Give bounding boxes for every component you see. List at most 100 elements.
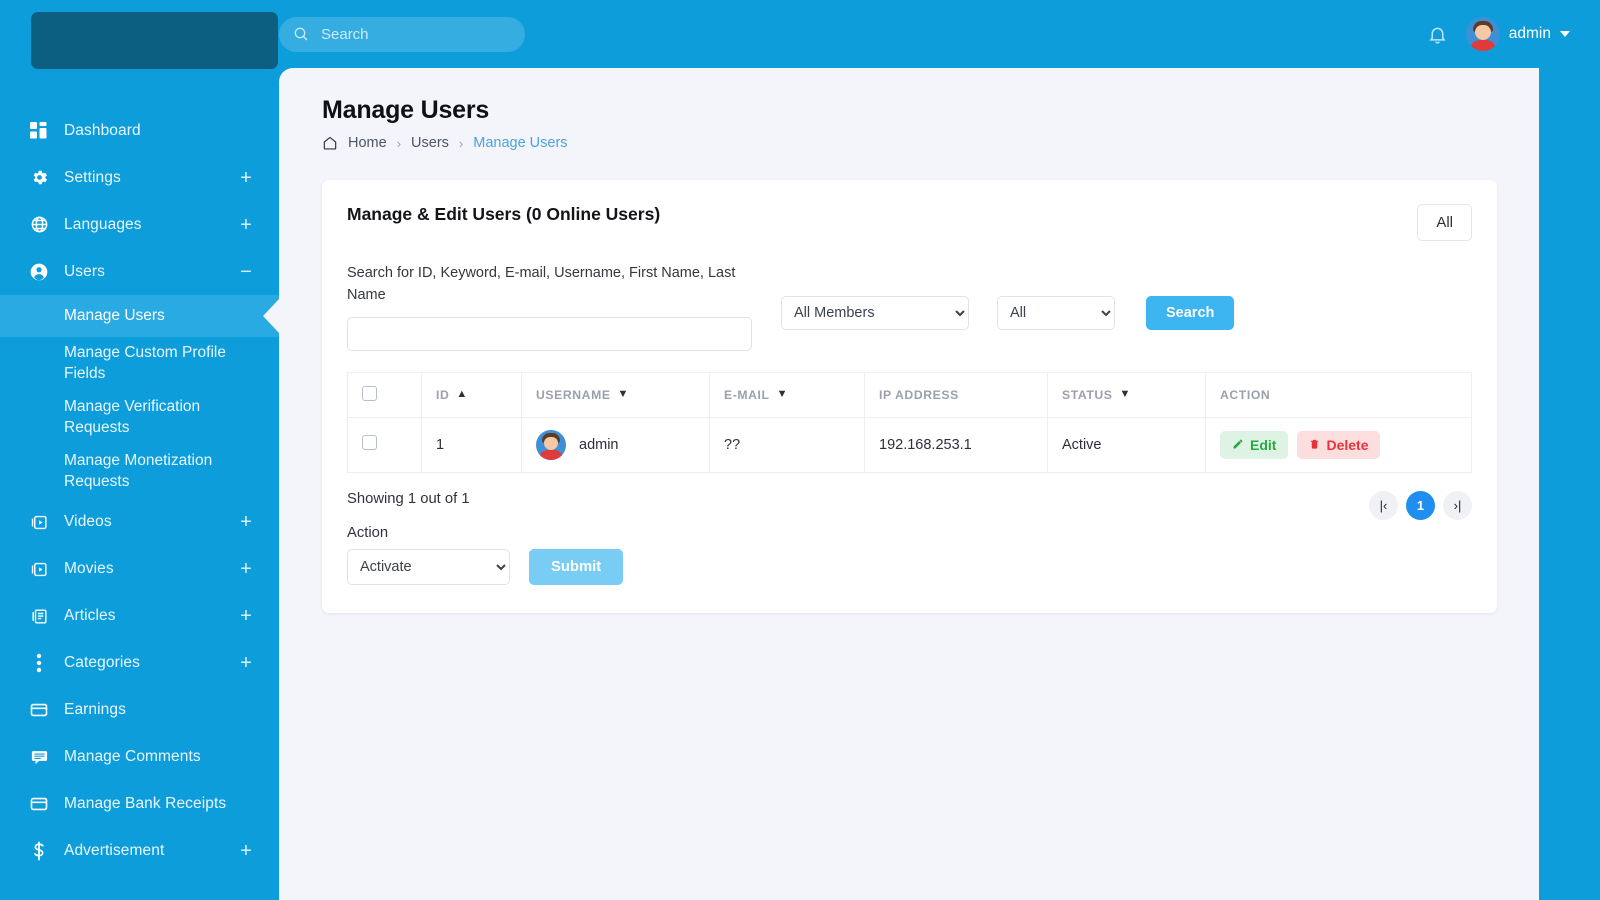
articles-icon (26, 604, 52, 628)
table-footer: Showing 1 out of 1 Action Activate Submi… (347, 490, 1472, 585)
sort-desc-icon[interactable]: ▼ (618, 389, 630, 400)
sidebar-subitem-label: Manage Custom Profile Fields (64, 344, 226, 382)
submit-button[interactable]: Submit (529, 548, 624, 585)
topbar-right: admin (1427, 17, 1600, 51)
th-id[interactable]: ID ▲ (421, 371, 522, 418)
gear-icon (26, 166, 52, 190)
active-pointer (263, 299, 279, 333)
sidebar-item-manage-bank-receipts[interactable]: Manage Bank Receipts (0, 781, 279, 828)
bulk-action-select[interactable]: Activate (347, 548, 510, 585)
page-title: Manage Users (322, 96, 490, 124)
th-status[interactable]: STATUS ▼ (1047, 371, 1206, 418)
sidebar-subitem-label: Manage Verification Requests (64, 397, 201, 436)
sidebar-item-users[interactable]: Users − (0, 248, 279, 295)
sidebar-item-dashboard[interactable]: Dashboard (0, 107, 279, 154)
sidebar: Dashboard Settings + Languages + Users −… (0, 0, 279, 900)
sidebar-item-manage-custom-profile-fields[interactable]: Manage Custom Profile Fields (0, 337, 279, 391)
th-username[interactable]: USERNAME ▼ (521, 371, 710, 418)
sidebar-item-advertisement[interactable]: Advertisement + (0, 828, 279, 875)
showing-count: Showing 1 out of 1 (347, 490, 470, 507)
th-id-label: ID (436, 387, 450, 402)
th-username-label: USERNAME (536, 387, 611, 402)
keyword-field-group: Search for ID, Keyword, E-mail, Username… (347, 263, 752, 351)
sidebar-item-label: Manage Bank Receipts (64, 795, 227, 813)
sidebar-item-settings[interactable]: Settings + (0, 154, 279, 201)
members-filter-select[interactable]: All Members (781, 296, 969, 330)
row-select-checkbox[interactable] (362, 435, 377, 450)
globe-icon (26, 213, 52, 237)
global-search[interactable] (279, 16, 525, 52)
card-icon (26, 698, 52, 722)
breadcrumb-separator: › (396, 135, 402, 151)
video-stack-icon (26, 557, 52, 581)
sidebar-nav: Dashboard Settings + Languages + Users −… (0, 107, 279, 875)
bulk-action-label: Action (347, 524, 389, 541)
sidebar-item-movies[interactable]: Movies + (0, 546, 279, 593)
edit-label: Edit (1250, 436, 1277, 453)
keyword-search-input[interactable] (347, 316, 752, 351)
topbar: admin (279, 0, 1600, 68)
select-all-checkbox[interactable] (362, 385, 377, 401)
delete-button[interactable]: Delete (1297, 430, 1381, 459)
search-filters: Search for ID, Keyword, E-mail, Username… (347, 263, 1472, 351)
sidebar-item-manage-monetization-requests[interactable]: Manage Monetization Requests (0, 445, 279, 499)
sidebar-item-label: Languages (64, 215, 142, 233)
first-page-icon[interactable]: |‹ (1369, 490, 1398, 520)
avatar (1465, 17, 1500, 51)
sidebar-item-manage-comments[interactable]: Manage Comments (0, 734, 279, 781)
trash-icon (1309, 437, 1320, 453)
sort-asc-icon[interactable]: ▲ (456, 389, 468, 400)
card-header: Manage & Edit Users (0 Online Users) All (347, 204, 1472, 241)
sidebar-item-label: Dashboard (64, 121, 141, 139)
users-table-head: ID ▲ USERNAME ▼ E-MAIL ▼ IP ADDRESS STAT… (347, 371, 1472, 418)
sidebar-item-categories[interactable]: Categories + (0, 640, 279, 687)
username-text: admin (579, 436, 619, 453)
all-filter-button[interactable]: All (1417, 204, 1472, 241)
pencil-icon (1232, 437, 1244, 453)
page-1-button[interactable]: 1 (1406, 490, 1435, 520)
last-page-icon[interactable]: ›| (1443, 490, 1472, 520)
user-circle-icon (26, 260, 52, 284)
sidebar-item-manage-users[interactable]: Manage Users (0, 295, 279, 337)
sidebar-item-label: Earnings (64, 701, 126, 719)
sidebar-item-label: Videos (64, 513, 112, 531)
cell-email: ?? (709, 416, 865, 473)
bell-icon[interactable] (1427, 24, 1448, 45)
home-icon[interactable] (322, 135, 338, 151)
breadcrumb-users[interactable]: Users (411, 135, 449, 151)
user-menu[interactable]: admin (1465, 17, 1570, 51)
search-input[interactable] (319, 24, 511, 44)
sidebar-item-label: Settings (64, 168, 121, 186)
sidebar-item-videos[interactable]: Videos + (0, 499, 279, 546)
breadcrumb-home[interactable]: Home (348, 135, 387, 151)
search-button[interactable]: Search (1146, 296, 1235, 330)
collapse-indicator: − (240, 260, 252, 283)
table-header-row: ID ▲ USERNAME ▼ E-MAIL ▼ IP ADDRESS STAT… (347, 371, 1472, 418)
avatar (536, 429, 566, 460)
card-icon (26, 792, 52, 816)
sidebar-item-label: Advertisement (64, 842, 165, 860)
sort-desc-icon[interactable]: ▼ (777, 389, 789, 400)
sidebar-item-earnings[interactable]: Earnings (0, 687, 279, 734)
users-table: ID ▲ USERNAME ▼ E-MAIL ▼ IP ADDRESS STAT… (347, 371, 1472, 473)
th-ip-address: IP ADDRESS (864, 371, 1048, 418)
cell-status: Active (1047, 416, 1206, 473)
sidebar-item-articles[interactable]: Articles + (0, 593, 279, 640)
sidebar-subitem-label: Manage Users (64, 306, 165, 324)
sort-desc-icon[interactable]: ▼ (1120, 389, 1132, 400)
logo[interactable] (31, 12, 278, 69)
expand-indicator: + (240, 558, 252, 581)
search-icon (293, 26, 309, 42)
delete-label: Delete (1326, 436, 1369, 453)
sidebar-item-languages[interactable]: Languages + (0, 201, 279, 248)
th-email[interactable]: E-MAIL ▼ (709, 371, 865, 418)
video-stack-icon (26, 510, 52, 534)
cell-id: 1 (421, 416, 522, 473)
edit-button[interactable]: Edit (1220, 430, 1289, 459)
expand-indicator: + (240, 605, 252, 628)
type-filter-select[interactable]: All (997, 296, 1115, 330)
th-ip-label: IP ADDRESS (879, 387, 959, 402)
main-content: Manage Users Home › Users › Manage Users… (279, 68, 1539, 900)
sidebar-item-manage-verification-requests[interactable]: Manage Verification Requests (0, 391, 279, 445)
dashboard-grid-icon (26, 119, 52, 143)
